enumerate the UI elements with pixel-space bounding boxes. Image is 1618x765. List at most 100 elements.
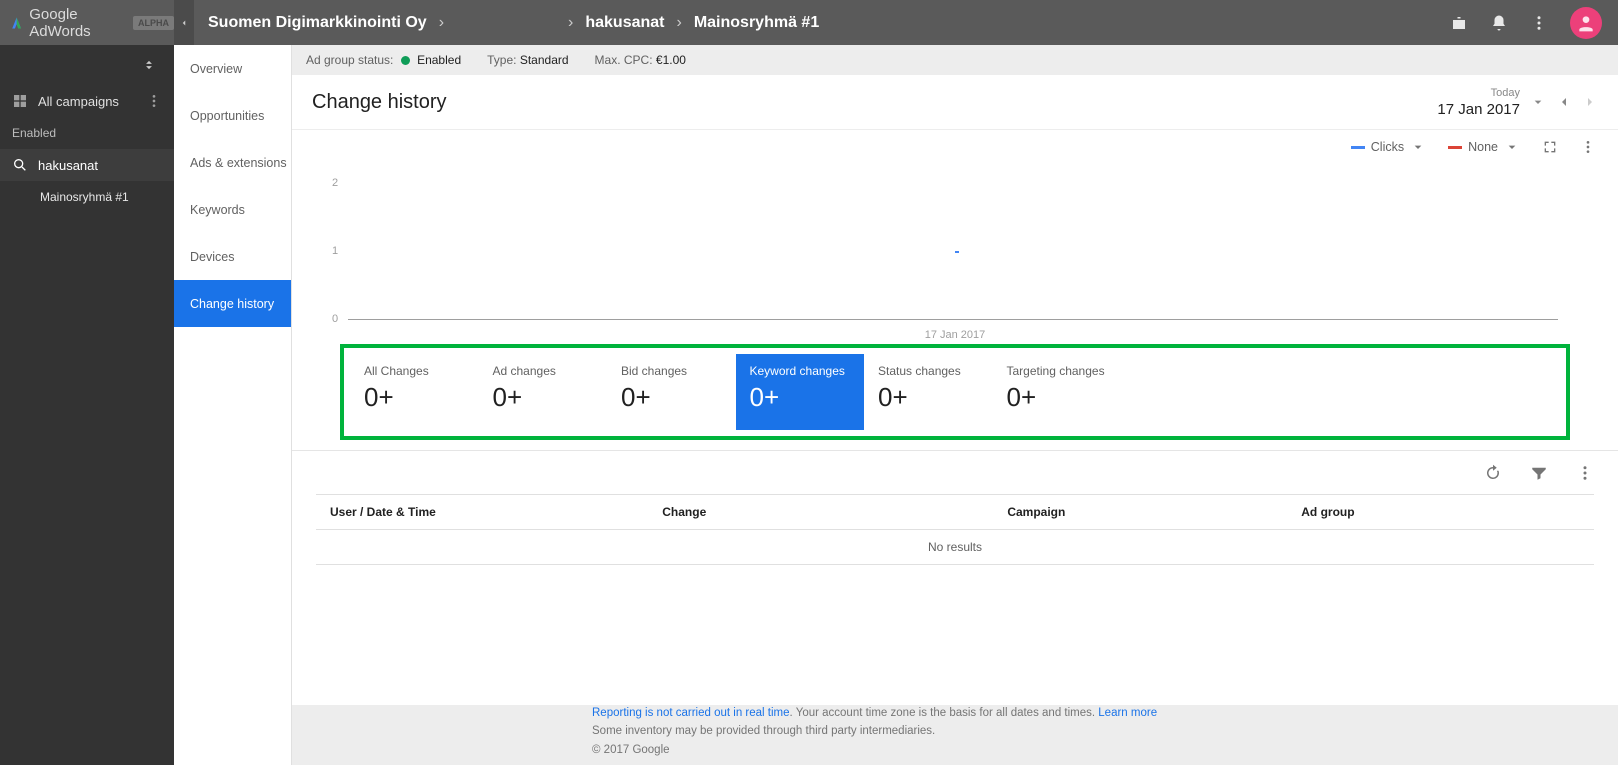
no-results-text: No results bbox=[316, 530, 1594, 565]
tile-value: 0+ bbox=[493, 382, 594, 413]
footer-copyright: © 2017 Google bbox=[592, 741, 1608, 759]
nav-keywords[interactable]: Keywords bbox=[174, 186, 291, 233]
chart-card: Clicks None 2 1 0 17 Jan 2017 All Change bbox=[292, 130, 1618, 705]
tile-value: 0+ bbox=[878, 382, 979, 413]
y-tick-0: 0 bbox=[332, 313, 338, 325]
nav-overview[interactable]: Overview bbox=[174, 45, 291, 92]
sidebar-all-campaigns[interactable]: All campaigns bbox=[0, 85, 174, 117]
nav-change-history[interactable]: Change history bbox=[174, 280, 291, 327]
breadcrumb-campaign[interactable]: hakusanat bbox=[585, 14, 664, 32]
tile-label: Status changes bbox=[878, 364, 979, 378]
grid-icon bbox=[12, 93, 28, 109]
breadcrumb-account[interactable]: Suomen Digimarkkinointi Oy bbox=[208, 14, 427, 32]
breadcrumb-adgroup[interactable]: Mainosryhmä #1 bbox=[694, 14, 819, 32]
more-vert-icon[interactable] bbox=[1530, 14, 1548, 32]
alpha-badge: ALPHA bbox=[133, 16, 174, 30]
refresh-icon[interactable] bbox=[1484, 464, 1502, 482]
tile-value: 0+ bbox=[364, 382, 465, 413]
tile-all-changes[interactable]: All Changes 0+ bbox=[350, 354, 479, 430]
top-bar: Google AdWords ALPHA Suomen Digimarkkino… bbox=[0, 0, 1618, 45]
nav-devices[interactable]: Devices bbox=[174, 233, 291, 280]
topbar-actions bbox=[1450, 7, 1618, 39]
more-vert-icon[interactable] bbox=[146, 93, 162, 109]
tile-label: Bid changes bbox=[621, 364, 722, 378]
metric1-selector[interactable]: Clicks bbox=[1351, 139, 1426, 155]
data-point bbox=[955, 251, 959, 253]
filter-icon[interactable] bbox=[1530, 464, 1548, 482]
more-vert-icon[interactable] bbox=[1576, 464, 1594, 482]
nav-ads-extensions[interactable]: Ads & extensions bbox=[174, 139, 291, 186]
date-pretext: Today bbox=[1437, 87, 1520, 99]
date-value: 17 Jan 2017 bbox=[1437, 101, 1520, 118]
page-title: Change history bbox=[312, 91, 447, 114]
x-tick-0: 17 Jan 2017 bbox=[925, 329, 986, 341]
date-range-picker[interactable]: Today 17 Jan 2017 bbox=[1437, 87, 1598, 118]
type-label: Type: bbox=[487, 53, 516, 67]
col-adgroup[interactable]: Ad group bbox=[1287, 495, 1594, 530]
page-header-card: Change history Today 17 Jan 2017 bbox=[292, 75, 1618, 130]
dropdown-icon[interactable] bbox=[1530, 94, 1546, 110]
tile-bid-changes[interactable]: Bid changes 0+ bbox=[607, 354, 736, 430]
tile-ad-changes[interactable]: Ad changes 0+ bbox=[479, 354, 608, 430]
dropdown-icon bbox=[1410, 139, 1426, 155]
status-dot-icon bbox=[401, 56, 410, 65]
tile-value: 0+ bbox=[621, 382, 722, 413]
enabled-label: Enabled bbox=[12, 126, 56, 140]
campaign-name: hakusanat bbox=[38, 158, 98, 173]
change-tiles-highlight: All Changes 0+ Ad changes 0+ Bid changes… bbox=[340, 344, 1570, 440]
adgroup-name: Mainosryhmä #1 bbox=[40, 190, 129, 204]
briefcase-icon[interactable] bbox=[1450, 14, 1468, 32]
chevron-left-icon[interactable] bbox=[1556, 94, 1572, 110]
col-user-date[interactable]: User / Date & Time bbox=[316, 495, 648, 530]
chevron-left-icon bbox=[179, 18, 189, 28]
adgroup-status-value[interactable]: Enabled bbox=[417, 53, 461, 67]
maxcpc-field: Max. CPC: €1.00 bbox=[595, 53, 686, 67]
col-change[interactable]: Change bbox=[648, 495, 993, 530]
tile-value: 0+ bbox=[1007, 382, 1108, 413]
footer-reporting-link[interactable]: Reporting is not carried out in real tim… bbox=[592, 707, 790, 719]
tile-value: 0+ bbox=[750, 382, 851, 413]
collapse-sidebar-button[interactable] bbox=[174, 0, 194, 45]
adgroup-status: Ad group status: Enabled bbox=[306, 53, 461, 67]
more-vert-icon[interactable] bbox=[1580, 139, 1596, 155]
tile-keyword-changes[interactable]: Keyword changes 0+ bbox=[736, 354, 865, 430]
maxcpc-value[interactable]: €1.00 bbox=[656, 53, 686, 67]
tile-label: Targeting changes bbox=[1007, 364, 1108, 378]
type-value: Standard bbox=[520, 53, 569, 67]
main-content: Ad group status: Enabled Type: Standard … bbox=[292, 45, 1618, 765]
footer-learn-more-link[interactable]: Learn more bbox=[1098, 707, 1157, 719]
change-tiles-wrap: All Changes 0+ Ad changes 0+ Bid changes… bbox=[292, 344, 1618, 450]
tile-targeting-changes[interactable]: Targeting changes 0+ bbox=[993, 354, 1122, 430]
footer-line1b: . Your account time zone is the basis fo… bbox=[790, 707, 1099, 719]
metric2-swatch-icon bbox=[1448, 146, 1462, 149]
status-bar: Ad group status: Enabled Type: Standard … bbox=[292, 45, 1618, 75]
metric1-label: Clicks bbox=[1371, 140, 1404, 154]
col-campaign[interactable]: Campaign bbox=[993, 495, 1287, 530]
chevron-right-icon: › bbox=[439, 14, 444, 32]
metric2-selector[interactable]: None bbox=[1448, 139, 1520, 155]
tile-status-changes[interactable]: Status changes 0+ bbox=[864, 354, 993, 430]
unfold-icon bbox=[142, 58, 156, 72]
chevron-right-icon[interactable] bbox=[1582, 94, 1598, 110]
chart-plot: 2 1 0 17 Jan 2017 bbox=[292, 164, 1618, 344]
adgroup-status-label: Ad group status: bbox=[306, 53, 393, 67]
dropdown-icon bbox=[1504, 139, 1520, 155]
type-field: Type: Standard bbox=[487, 53, 568, 67]
sidebar-sort-row[interactable] bbox=[0, 45, 174, 85]
bell-icon[interactable] bbox=[1490, 14, 1508, 32]
metric2-label: None bbox=[1468, 140, 1498, 154]
adwords-logo-icon bbox=[10, 15, 23, 31]
fullscreen-icon[interactable] bbox=[1542, 139, 1558, 155]
nav-opportunities[interactable]: Opportunities bbox=[174, 92, 291, 139]
brand-name: Google AdWords bbox=[29, 6, 123, 40]
sidebar-campaign-item[interactable]: hakusanat bbox=[0, 149, 174, 181]
metric1-swatch-icon bbox=[1351, 146, 1365, 149]
sidebar-adgroup-item[interactable]: Mainosryhmä #1 bbox=[0, 181, 174, 213]
sidebar-enabled-filter[interactable]: Enabled bbox=[0, 117, 174, 149]
avatar[interactable] bbox=[1570, 7, 1602, 39]
all-campaigns-label: All campaigns bbox=[38, 94, 119, 109]
tile-label: Ad changes bbox=[493, 364, 594, 378]
table-toolbar bbox=[292, 450, 1618, 494]
breadcrumbs: Suomen Digimarkkinointi Oy › › hakusanat… bbox=[194, 14, 819, 32]
nav-sidebar: Overview Opportunities Ads & extensions … bbox=[174, 45, 292, 765]
